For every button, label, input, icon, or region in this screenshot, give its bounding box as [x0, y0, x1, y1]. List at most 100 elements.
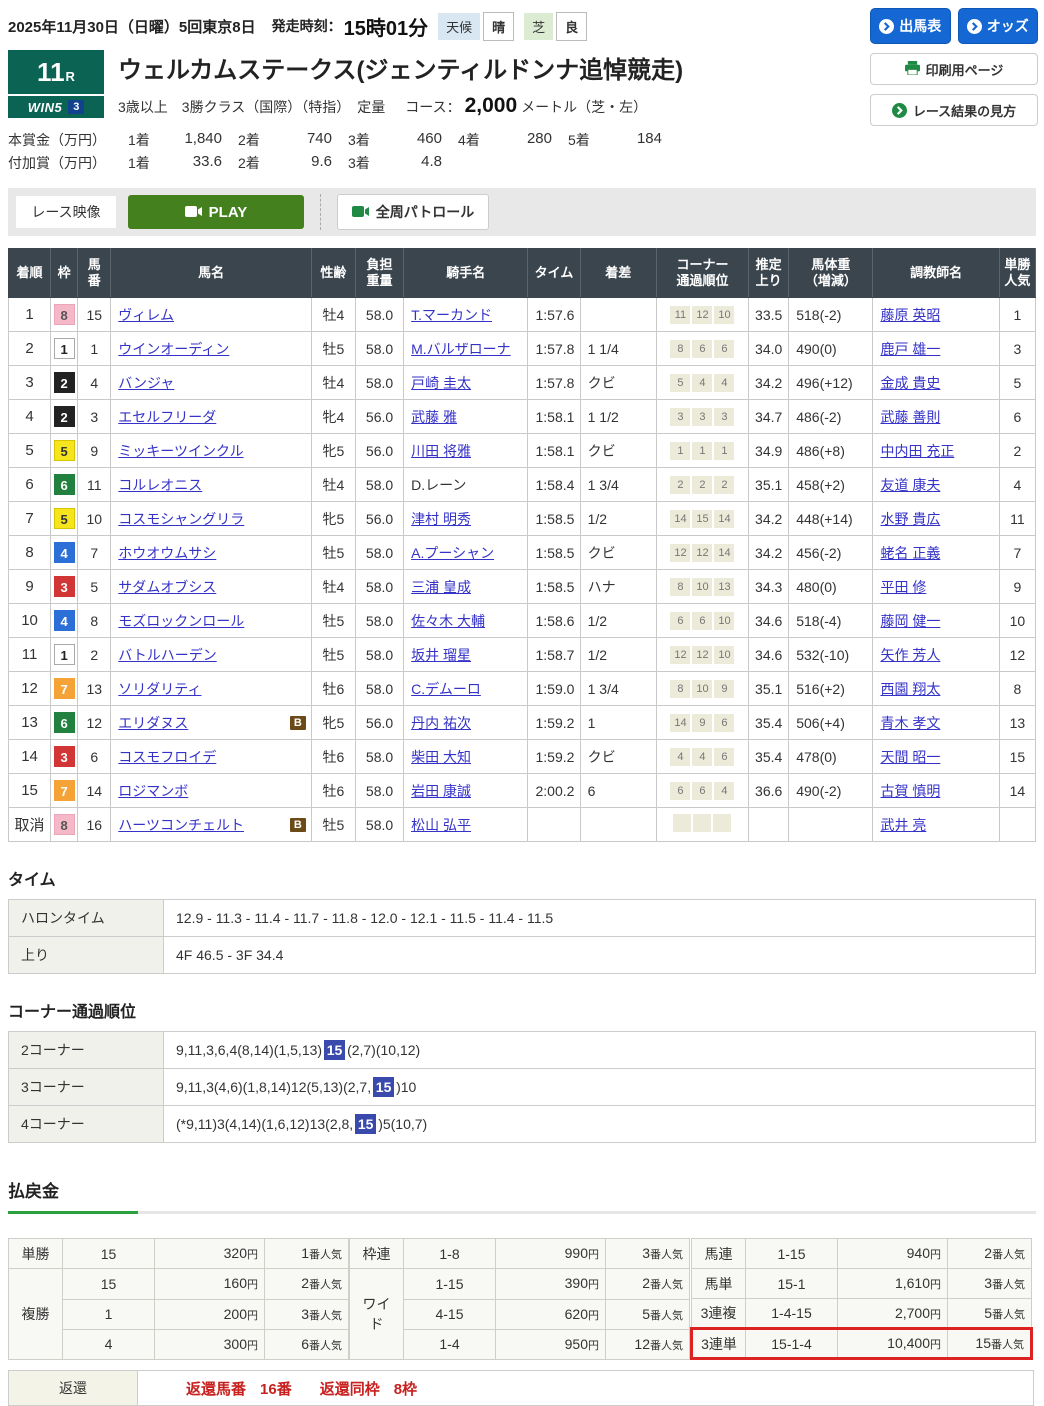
horse-name-link[interactable]: ロジマンボ — [118, 781, 188, 801]
horse-name-link[interactable]: コスモフロイデ — [118, 747, 216, 767]
trainer-link[interactable]: 古賀 慎明 — [880, 783, 940, 799]
jockey-link[interactable]: 佐々木 大輔 — [411, 613, 485, 629]
trainer-link[interactable]: 藤原 英昭 — [880, 307, 940, 323]
jockey-link[interactable]: 川田 将雅 — [411, 443, 471, 459]
horse-name-link[interactable]: ソリダリティ — [118, 679, 201, 699]
prize-rank-label: 3着 — [348, 130, 382, 150]
horse-name-link[interactable]: サダムオブシス — [118, 577, 216, 597]
horse-name-link[interactable]: バンジャ — [118, 373, 174, 393]
popularity-value: 2 — [984, 1245, 992, 1261]
horse-name-link[interactable]: モズロックンロール — [118, 611, 244, 631]
body-weight: 478(0) — [789, 740, 873, 774]
trainer-link[interactable]: 天間 昭一 — [880, 749, 940, 765]
amount-value: 940 — [907, 1245, 930, 1261]
trainer-link[interactable]: 武藤 善則 — [880, 409, 940, 425]
payout-combination: 15 — [63, 1239, 155, 1269]
trainer-link[interactable]: 鹿戸 雄一 — [880, 341, 940, 357]
corner-chip: 6 — [692, 782, 712, 800]
time-row-value: 4F 46.5 - 3F 34.4 — [164, 937, 1036, 974]
horse-name-link[interactable]: エリダヌス — [118, 713, 188, 733]
jockey-cell: 川田 将雅 — [404, 434, 528, 468]
horse-name-link[interactable]: コスモシャングリラ — [118, 509, 244, 529]
payout-amount: 320円 — [155, 1239, 265, 1269]
trainer-link[interactable]: 西園 翔太 — [880, 681, 940, 697]
horse-name-cell: エセルフリーダ — [111, 400, 312, 434]
jockey-cell: 武藤 雅 — [404, 400, 528, 434]
payout-combination: 1-15 — [746, 1239, 838, 1269]
sex-age: 牡5 — [311, 638, 355, 672]
jockey-cell: 津村 明秀 — [404, 502, 528, 536]
time-section-title: タイム — [8, 866, 1036, 890]
jockey-link[interactable]: A.プーシャン — [411, 545, 494, 561]
patrol-video-button[interactable]: 全周パトロール — [337, 194, 489, 230]
payout-combination: 1-15 — [404, 1269, 496, 1299]
entry-table-button[interactable]: 出馬表 — [870, 8, 951, 44]
how-to-read-button[interactable]: レース結果の見方 — [870, 94, 1038, 126]
corner-chip: 4 — [670, 748, 690, 766]
result-row: 423エセルフリーダ牝456.0武藤 雅1:58.11 1/233334.748… — [9, 400, 1036, 434]
corner-row-value: 9,11,3(4,6)(1,8,14)12(5,13)(2,7,15)10 — [164, 1069, 1036, 1106]
jockey-link[interactable]: 柴田 大知 — [411, 749, 471, 765]
corner-row-value: 9,11,3,6,4(8,14)(1,5,13)15(2,7)(10,12) — [164, 1032, 1036, 1069]
margin: 1 1/2 — [580, 400, 656, 434]
trainer-link[interactable]: 金成 貴史 — [880, 375, 940, 391]
jockey-link[interactable]: 岩田 康誠 — [411, 783, 471, 799]
play-button[interactable]: PLAY — [128, 195, 304, 229]
payout-amount: 200円 — [155, 1299, 265, 1329]
jockey-link[interactable]: 三浦 皇成 — [411, 579, 471, 595]
finish-time — [528, 808, 580, 842]
bet-type: 枠連 — [350, 1239, 404, 1269]
jockey-link[interactable]: 津村 明秀 — [411, 511, 471, 527]
patrol-label: 全周パトロール — [376, 202, 474, 222]
jockey-link[interactable]: 坂井 瑠星 — [411, 647, 471, 663]
payout-popularity: 3番人気 — [948, 1269, 1032, 1299]
horse-name-link[interactable]: ホウオウムサシ — [118, 543, 216, 563]
payout-popularity: 6番人気 — [265, 1329, 349, 1359]
trainer-link[interactable]: 中内田 充正 — [880, 443, 954, 459]
horse-name-cell: バンジャ — [111, 366, 312, 400]
trainer-link[interactable]: 友道 康夫 — [880, 477, 940, 493]
jockey-link[interactable]: 武藤 雅 — [411, 409, 457, 425]
race-video-tab[interactable]: レース映像 — [16, 196, 116, 228]
jockey-link[interactable]: M.バルザローナ — [411, 341, 511, 357]
horse-name-link[interactable]: ウインオーディン — [118, 339, 229, 359]
popularity-suffix: 番人気 — [992, 1249, 1025, 1261]
jockey-link[interactable]: T.マーカンド — [411, 307, 492, 323]
frame-cell: 5 — [51, 434, 78, 468]
trainer-link[interactable]: 矢作 芳人 — [880, 647, 940, 663]
horse-name-link[interactable]: ヴィレム — [118, 305, 174, 325]
trainer-link[interactable]: 水野 貴広 — [880, 511, 940, 527]
body-weight: 490(0) — [789, 332, 873, 366]
trainer-link[interactable]: 藤岡 健一 — [880, 613, 940, 629]
trainer-link[interactable]: 武井 亮 — [880, 817, 926, 833]
result-row: 13612エリダヌスB牝556.0丹内 祐次1:59.21149635.4506… — [9, 706, 1036, 740]
jockey-link[interactable]: C.デムーロ — [411, 681, 481, 697]
horse-name-link[interactable]: バトルハーデン — [118, 645, 216, 665]
horse-name-link[interactable]: ハーツコンチェルト — [118, 815, 244, 835]
horse-name-cell: ハーツコンチェルトB — [111, 808, 312, 842]
trainer-link[interactable]: 青木 孝文 — [880, 715, 940, 731]
jockey-link[interactable]: 松山 弘平 — [411, 817, 471, 833]
horse-name-link[interactable]: ミッキーツインクル — [118, 441, 243, 461]
column-header: 着順 — [9, 249, 51, 298]
carried-weight: 58.0 — [355, 468, 403, 502]
payout-row: 3連複1-4-152,700円5番人気 — [692, 1299, 1032, 1329]
horse-name-cell: ロジマンボ — [111, 774, 312, 808]
column-header: 馬 番 — [78, 249, 111, 298]
jockey-link[interactable]: 丹内 祐次 — [411, 715, 471, 731]
win-popularity: 14 — [999, 774, 1035, 808]
print-page-button[interactable]: 印刷用ページ — [870, 53, 1038, 85]
jockey-link[interactable]: 戸崎 圭太 — [411, 375, 471, 391]
payout-popularity: 15番人気 — [948, 1329, 1032, 1359]
odds-button[interactable]: オッズ — [958, 8, 1039, 44]
horse-name-link[interactable]: コルレオニス — [118, 475, 202, 495]
carried-weight: 56.0 — [355, 434, 403, 468]
bet-type: 3連複 — [692, 1299, 746, 1329]
horse-name-link[interactable]: エセルフリーダ — [118, 407, 216, 427]
corner-order-text: (2,7)(10,12) — [347, 1042, 420, 1058]
sex-age: 牝5 — [311, 502, 355, 536]
trainer-link[interactable]: 平田 修 — [880, 579, 926, 595]
last-3f: 34.6 — [749, 638, 789, 672]
trainer-link[interactable]: 蛯名 正義 — [880, 545, 940, 561]
corner-row: 3コーナー9,11,3(4,6)(1,8,14)12(5,13)(2,7,15)… — [9, 1069, 1036, 1106]
